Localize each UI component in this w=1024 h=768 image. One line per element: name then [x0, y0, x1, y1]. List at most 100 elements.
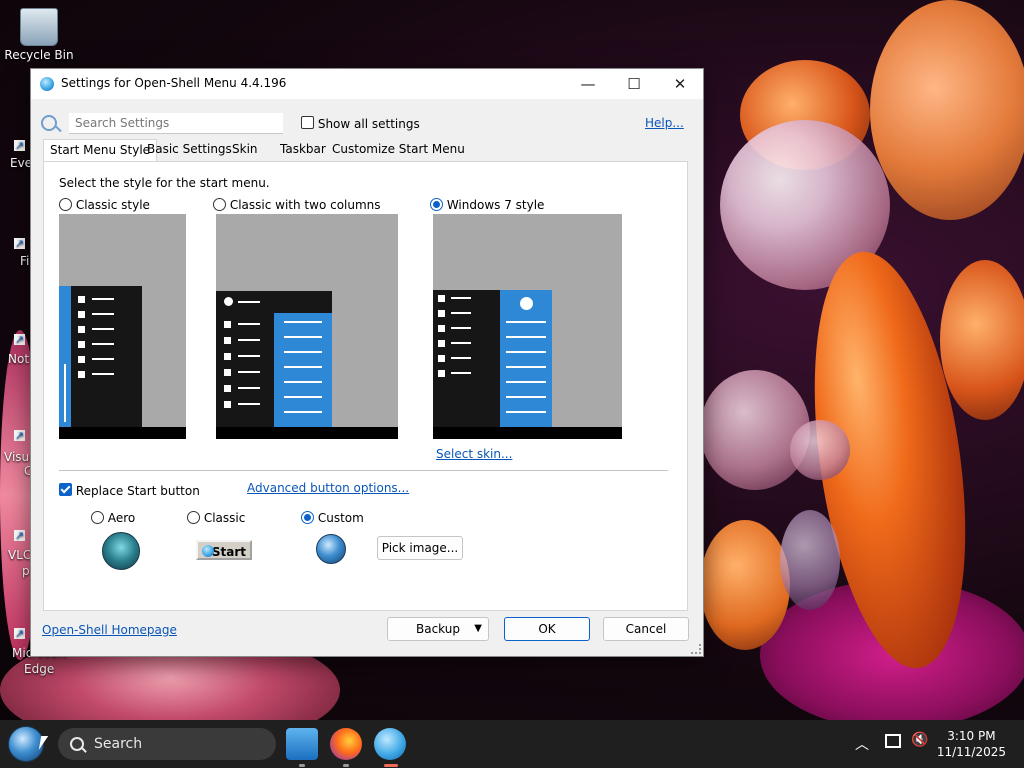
tab-customize-start-menu[interactable]: Customize Start Menu — [326, 139, 471, 161]
taskbar: Search ︿ 🔇 3:10 PM 11/11/2025 — [0, 720, 1024, 768]
preview-item-line — [451, 327, 471, 329]
taskbar-search-box[interactable]: Search — [58, 728, 276, 760]
classic-style-preview[interactable] — [59, 214, 186, 439]
show-all-settings-label: Show all settings — [317, 117, 420, 131]
preview-item-line — [284, 381, 322, 383]
replace-start-button-label: Replace Start button — [75, 484, 200, 498]
title-bar[interactable]: Settings for Open-Shell Menu 4.4.196 — ☐… — [31, 69, 703, 99]
maximize-button[interactable]: ☐ — [611, 69, 657, 99]
shortcut-arrow-icon: ↗ — [14, 429, 25, 442]
shortcut-arrow-icon: ↗ — [14, 333, 25, 346]
cancel-button[interactable]: Cancel — [603, 617, 689, 641]
tab-panel: Select the style for the start menu. Cla… — [43, 161, 688, 611]
preview-item-bullet — [78, 311, 85, 318]
preview-item-bullet — [78, 341, 85, 348]
preview-item-bullet — [224, 369, 231, 376]
windows-7-style-preview[interactable] — [433, 214, 622, 439]
open-shell-settings-icon[interactable] — [374, 728, 406, 760]
preview-taskbar — [216, 427, 398, 439]
preview-right-column — [274, 313, 332, 427]
preview-item-line — [92, 358, 114, 360]
network-icon[interactable] — [885, 734, 901, 748]
radio-circle[interactable] — [213, 198, 226, 211]
tab-basic-settings[interactable]: Basic Settings — [141, 139, 238, 161]
backup-button[interactable]: Backup ▼ — [387, 617, 489, 641]
photos-app-icon[interactable] — [286, 728, 318, 760]
desktop-icon-label: Recycle Bin — [4, 48, 74, 62]
preview-item-line — [506, 366, 546, 368]
preview-item-bullet — [438, 340, 445, 347]
preview-item-line — [92, 328, 114, 330]
resize-grip-icon[interactable] — [691, 644, 701, 654]
classic-style-radio[interactable]: Classic style — [59, 198, 150, 212]
preview-item-bullet — [438, 295, 445, 302]
replace-start-button-checkbox[interactable]: Replace Start button — [59, 483, 200, 498]
open-shell-homepage-link[interactable]: Open-Shell Homepage — [42, 623, 177, 637]
aero-radio[interactable]: Aero — [91, 511, 135, 525]
show-all-settings-checkbox[interactable]: Show all settings — [301, 116, 420, 131]
desktop-icon-label: Eve — [10, 156, 33, 170]
clock-date: 11/11/2025 — [936, 745, 1006, 759]
custom-button-radio[interactable]: Custom — [301, 511, 364, 525]
minimize-button[interactable]: — — [565, 69, 611, 99]
classic-two-columns-radio[interactable]: Classic with two columns — [213, 198, 381, 212]
tab-skin[interactable]: Skin — [226, 139, 264, 161]
preview-taskbar — [59, 427, 186, 439]
running-indicator — [299, 764, 305, 767]
search-settings-input[interactable] — [69, 113, 283, 134]
show-hidden-icons-chevron-icon[interactable]: ︿ — [855, 734, 869, 754]
desktop-icon-label: p — [22, 564, 30, 578]
preview-item-line — [506, 381, 546, 383]
preview-item-line — [284, 366, 322, 368]
backup-label: Backup — [416, 622, 460, 636]
preview-item-bullet — [438, 355, 445, 362]
radio-circle[interactable] — [91, 511, 104, 524]
radio-circle[interactable] — [301, 511, 314, 524]
advanced-button-options-link[interactable]: Advanced button options... — [247, 481, 409, 495]
preview-user-dot — [224, 297, 233, 306]
clock[interactable]: 3:10 PM 11/11/2025 — [937, 728, 1006, 760]
separator — [59, 470, 668, 471]
close-button[interactable]: ✕ — [657, 69, 703, 99]
checkbox-box[interactable] — [59, 483, 72, 496]
desktop-icon-label: Edge — [24, 662, 55, 676]
preview-item-line — [284, 351, 322, 353]
classic-two-columns-preview[interactable] — [216, 214, 398, 439]
preview-item-bullet — [438, 370, 445, 377]
firefox-icon[interactable] — [330, 728, 362, 760]
preview-item-bullet — [224, 321, 231, 328]
shortcut-arrow-icon: ↗ — [14, 627, 25, 640]
classic-button-radio[interactable]: Classic — [187, 511, 245, 525]
wallpaper-shape — [790, 420, 850, 480]
windows-7-style-radio[interactable]: Windows 7 style — [430, 198, 544, 212]
volume-muted-icon[interactable]: 🔇 — [911, 732, 928, 748]
classic-start-button-preview: Start — [196, 540, 252, 560]
preview-item-bullet — [438, 310, 445, 317]
radio-circle[interactable] — [187, 511, 200, 524]
desktop-icon-recycle-bin[interactable]: Recycle Bin — [0, 8, 78, 62]
pick-image-button[interactable]: Pick image... — [377, 536, 463, 560]
classic-style-label: Classic style — [75, 198, 150, 212]
preview-item-line — [92, 298, 114, 300]
active-indicator — [384, 764, 398, 767]
select-skin-link[interactable]: Select skin... — [436, 447, 512, 461]
start-button[interactable] — [8, 726, 44, 762]
preview-item-bullet — [224, 385, 231, 392]
windows-7-start-orb-icon — [316, 534, 346, 564]
wallpaper-shape — [700, 370, 810, 490]
shortcut-arrow-icon: ↗ — [14, 237, 25, 250]
tab-start-menu-style[interactable]: Start Menu Style — [43, 139, 158, 163]
preview-item-bullet — [78, 296, 85, 303]
preview-item-line — [284, 396, 322, 398]
ok-button[interactable]: OK — [504, 617, 590, 641]
checkbox-box[interactable] — [301, 116, 314, 129]
preview-item-line — [284, 321, 322, 323]
search-icon — [41, 115, 57, 131]
radio-circle[interactable] — [430, 198, 443, 211]
preview-item-line — [506, 411, 546, 413]
radio-circle[interactable] — [59, 198, 72, 211]
help-link[interactable]: Help... — [645, 116, 684, 130]
tab-taskbar[interactable]: Taskbar — [274, 139, 332, 161]
open-shell-icon — [40, 77, 54, 91]
taskbar-search-label: Search — [94, 736, 143, 752]
